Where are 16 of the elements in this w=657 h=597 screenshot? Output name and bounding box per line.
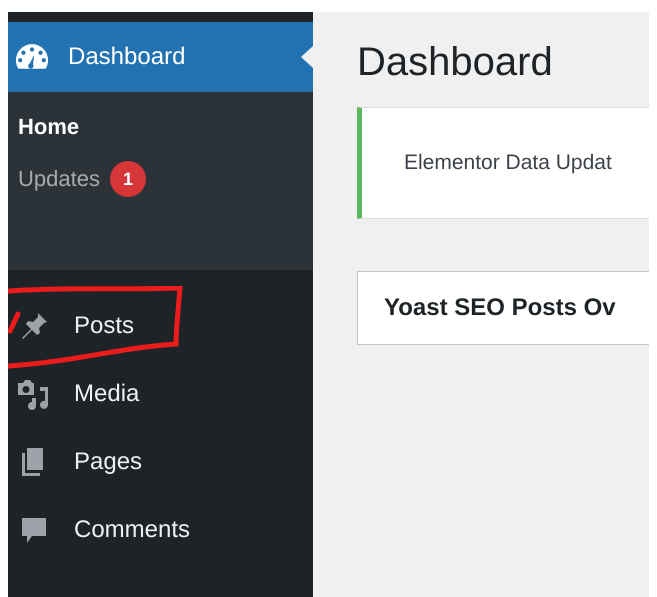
menu-label: Media [74,380,140,408]
widget-title: Yoast SEO Posts Ov [384,294,616,322]
menu-label: Dashboard [68,43,186,71]
menu-item[interactable]: Comments [8,496,313,564]
menu-label: Comments [74,516,190,544]
update-count-badge: 1 [110,161,146,197]
menu-label: Pages [74,448,142,476]
submenu-link[interactable]: Updates [18,166,100,192]
submenu-link[interactable]: Home [18,114,80,140]
page-title: Dashboard [357,40,554,85]
dashboard-menu-item[interactable]: Dashboard [8,22,313,92]
menu-label: Posts [74,312,134,340]
notice-text: Elementor Data Updat [404,151,612,175]
menu-item[interactable]: Posts [8,292,313,360]
menu-item[interactable]: Pages [8,428,313,496]
menu-item[interactable]: Media [8,360,313,428]
